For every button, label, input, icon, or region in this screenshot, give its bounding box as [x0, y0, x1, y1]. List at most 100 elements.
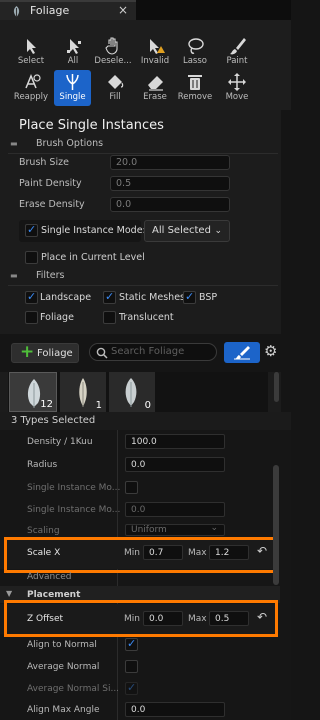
tool-invalid-label: Invalid: [140, 56, 170, 66]
tool-move[interactable]: Move: [218, 72, 256, 106]
filter-static-meshes-checkbox[interactable]: [103, 290, 116, 304]
advanced-label[interactable]: Advanced: [27, 572, 71, 582]
tool-paint-label: Paint: [226, 56, 248, 66]
tool-lasso-label: Lasso: [182, 56, 207, 66]
single-mode-value: All Selected: [152, 225, 211, 236]
types-selected-label: 3 Types Selected: [11, 415, 96, 426]
tool-invalid[interactable]: Invalid: [136, 36, 174, 70]
paint-density-label: Paint Density: [19, 178, 82, 189]
single-instance-mo-checkbox[interactable]: [125, 481, 138, 494]
cursor-icon: [27, 39, 36, 54]
collapse-icon: ▬: [10, 271, 18, 280]
tool-single-label: Single: [59, 92, 86, 102]
align-normal-checkbox[interactable]: [125, 637, 138, 651]
thumbnail-count: 0: [144, 400, 151, 411]
tool-deselect-label: Desele...: [94, 56, 132, 66]
divider: [8, 285, 278, 286]
tool-all[interactable]: All: [54, 36, 92, 70]
search-foliage-input[interactable]: Search Foliage: [89, 343, 217, 361]
align-max-angle-field[interactable]: 0.0: [125, 702, 225, 717]
close-icon[interactable]: ×: [118, 3, 128, 17]
plus-icon: +: [20, 342, 35, 362]
single-mode-label: Single Instance Mode:: [41, 225, 146, 236]
tool-paint[interactable]: Paint: [218, 36, 256, 70]
scaling-dropdown[interactable]: Uniform ⌄: [125, 523, 225, 536]
brush-options-label: Brush Options: [36, 138, 104, 149]
foliage-tab-icon: [13, 6, 20, 17]
filter-foliage-checkbox[interactable]: [25, 311, 38, 324]
tool-lasso[interactable]: Lasso: [176, 36, 214, 70]
single-instance-mo-2-label: Single Instance Mo...: [27, 505, 121, 515]
gear-icon[interactable]: ⚙: [264, 342, 277, 360]
filter-translucent-label: Translucent: [119, 312, 174, 323]
tool-reapply-label: Reapply: [13, 92, 49, 102]
erase-density-label: Erase Density: [19, 199, 85, 210]
average-normal-si-checkbox[interactable]: [125, 681, 138, 695]
brush-size-field[interactable]: 20.0: [110, 155, 230, 170]
lasso-icon: [188, 38, 204, 54]
filter-static-meshes-label: Static Meshes: [119, 292, 185, 303]
tree-thumbnail-icon: [79, 378, 87, 407]
density-label: Density / 1Kuu: [27, 437, 93, 447]
place-current-checkbox[interactable]: [25, 251, 38, 264]
tab-foliage[interactable]: Foliage ×: [0, 0, 136, 20]
foliage-thumbnail[interactable]: 0: [109, 372, 155, 412]
tool-fill-label: Fill: [109, 92, 121, 102]
filter-landscape-label: Landscape: [40, 292, 92, 303]
density-field[interactable]: 100.0: [125, 434, 225, 449]
filters-header[interactable]: ▬ Filters: [8, 270, 280, 284]
eraser-icon: [148, 76, 163, 91]
select-all-icon: [67, 39, 81, 54]
tool-all-label: All: [67, 56, 79, 66]
filter-bsp-label: BSP: [199, 292, 218, 303]
tool-reapply[interactable]: Reapply: [12, 72, 50, 106]
erase-density-field[interactable]: 0.0: [110, 197, 230, 212]
fill-bucket-icon: [108, 75, 124, 89]
brush-size-label: Brush Size: [19, 157, 69, 168]
tool-select[interactable]: Select: [12, 36, 50, 70]
tool-remove-label: Remove: [177, 92, 213, 102]
reapply-icon: [25, 74, 41, 89]
chevron-down-icon: ▼: [6, 589, 13, 598]
tool-single[interactable]: Single: [54, 70, 91, 106]
place-single-title: Place Single Instances: [19, 118, 164, 133]
tool-erase-label: Erase: [143, 92, 167, 102]
scaling-label: Scaling: [27, 526, 60, 536]
thumbnail-count: 12: [40, 399, 53, 410]
remove-trash-icon: [188, 75, 202, 90]
radius-field[interactable]: 0.0: [125, 457, 225, 472]
scale-x-highlight: [4, 537, 278, 573]
paint-tool-settings-button[interactable]: [224, 342, 260, 363]
filter-translucent-checkbox[interactable]: [103, 311, 116, 324]
add-foliage-label: Foliage: [37, 348, 73, 359]
details-scrollbar[interactable]: [273, 465, 279, 585]
placement-label: Placement: [27, 590, 81, 600]
tool-fill[interactable]: Fill: [96, 72, 134, 106]
search-placeholder: Search Foliage: [111, 346, 185, 357]
single-instance-mo-2-field[interactable]: 0.0: [125, 502, 225, 517]
search-icon: [96, 347, 108, 359]
tree-thumbnail-icon: [125, 378, 137, 407]
thumbnail-scrollbar[interactable]: [274, 372, 279, 402]
thumbnail-count: 1: [95, 400, 102, 411]
foliage-thumbnail[interactable]: 1: [60, 372, 106, 412]
filters-label: Filters: [36, 270, 65, 281]
average-normal-checkbox[interactable]: [125, 660, 138, 673]
single-mode-checkbox[interactable]: [25, 223, 38, 237]
tool-deselect[interactable]: Desele...: [94, 36, 132, 70]
filter-landscape-checkbox[interactable]: [25, 290, 38, 304]
add-foliage-button[interactable]: + Foliage: [11, 342, 79, 363]
align-max-angle-label: Align Max Angle: [27, 705, 100, 715]
tool-erase[interactable]: Erase: [136, 72, 174, 106]
average-normal-label: Average Normal: [27, 662, 100, 672]
tool-remove[interactable]: Remove: [176, 72, 214, 106]
paint-density-field[interactable]: 0.5: [110, 176, 230, 191]
tool-select-label: Select: [17, 56, 45, 66]
brush-options-header[interactable]: ▬ Brush Options: [8, 138, 280, 152]
column-separator: [117, 430, 118, 720]
filter-bsp-checkbox[interactable]: [183, 290, 196, 304]
single-mode-dropdown[interactable]: All Selected ⌄: [144, 220, 230, 242]
brush-settings-icon: [234, 346, 250, 360]
foliage-thumbnail[interactable]: 12: [9, 372, 57, 412]
divider: [8, 153, 278, 154]
